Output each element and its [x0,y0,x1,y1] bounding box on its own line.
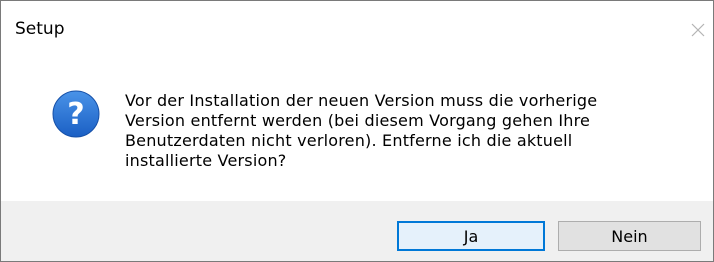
svg-text:?: ? [67,97,84,132]
button-bar: Ja Nein [1,201,713,261]
title-bar: Setup [1,1,713,63]
close-icon [691,23,705,37]
no-button[interactable]: Nein [558,221,701,251]
yes-button[interactable]: Ja [397,221,545,251]
question-icon: ? [52,90,100,138]
close-button[interactable] [683,13,713,47]
dialog-message: Vor der Installation der neuen Version m… [125,91,598,170]
window-title: Setup [15,19,65,39]
dialog-content: ? Vor der Installation der neuen Version… [1,63,713,201]
setup-dialog: Setup ? Vor der Installation der neuen V… [0,0,714,262]
